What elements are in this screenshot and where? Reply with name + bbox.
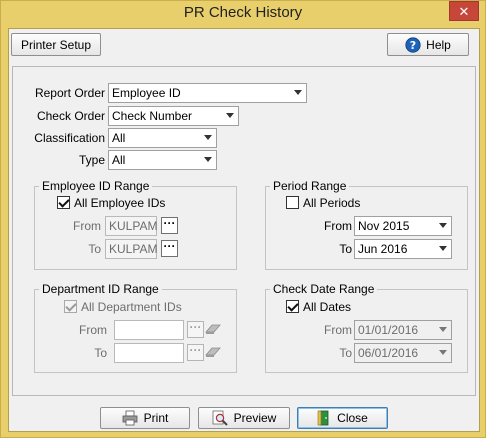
dialog-client-area: Printer Setup ? Help Report Order Employ… — [8, 28, 480, 432]
department-from-lookup-button[interactable]: ··· — [187, 321, 204, 338]
employee-to-input[interactable]: KULPAM — [105, 239, 157, 259]
check-order-label: Check Order — [36, 109, 105, 123]
employee-to-label: To — [88, 242, 101, 256]
all-dates-label: All Dates — [303, 300, 352, 314]
period-to-label: To — [339, 242, 352, 256]
department-to-input[interactable] — [114, 343, 184, 363]
print-button[interactable]: Print — [100, 407, 190, 429]
pr-check-history-window: PR Check History ✕ Printer Setup ? Help … — [0, 0, 486, 438]
period-from-label: From — [324, 219, 352, 233]
chevron-down-icon — [226, 113, 234, 118]
type-label: Type — [78, 153, 105, 167]
date-to-value: 06/01/2016 — [358, 346, 419, 360]
classification-label: Classification — [34, 131, 105, 145]
help-label: Help — [426, 37, 451, 52]
magnifier-icon — [212, 410, 228, 426]
all-periods-label: All Periods — [303, 196, 361, 210]
preview-button[interactable]: Preview — [198, 407, 290, 429]
department-id-range-title: Department ID Range — [39, 282, 162, 296]
chevron-down-icon — [439, 246, 447, 251]
close-button[interactable]: Close — [297, 407, 388, 429]
period-to-select[interactable]: Jun 2016 — [354, 239, 452, 259]
period-range-title: Period Range — [270, 179, 350, 193]
all-department-ids-checkbox[interactable] — [64, 300, 77, 313]
all-employee-ids-checkbox[interactable] — [57, 196, 70, 209]
period-to-value: Jun 2016 — [358, 242, 408, 256]
chevron-down-icon — [204, 157, 212, 162]
department-to-lookup-button[interactable]: ··· — [187, 344, 204, 361]
chevron-down-icon — [439, 223, 447, 228]
all-employee-ids-label: All Employee IDs — [74, 196, 166, 210]
department-from-label: From — [79, 323, 107, 337]
chevron-down-icon — [439, 327, 447, 332]
type-select[interactable]: All — [108, 150, 217, 170]
help-button[interactable]: ? Help — [387, 33, 469, 56]
classification-value: All — [112, 131, 126, 145]
all-dates-checkbox[interactable] — [286, 300, 299, 313]
employee-from-label: From — [73, 219, 101, 233]
printer-setup-label: Printer Setup — [20, 37, 92, 52]
period-range-group: Period Range All Periods From Nov 2015 T… — [265, 179, 468, 270]
chevron-down-icon — [439, 350, 447, 355]
date-from-label: From — [324, 323, 352, 337]
date-from-picker[interactable]: 01/01/2016 — [354, 320, 452, 340]
title-bar[interactable]: PR Check History ✕ — [1, 1, 485, 27]
chevron-down-icon — [294, 90, 302, 95]
printer-icon — [122, 410, 138, 426]
window-close-button[interactable]: ✕ — [449, 1, 479, 21]
all-department-ids-label: All Department IDs — [81, 300, 182, 314]
report-order-select[interactable]: Employee ID — [108, 83, 307, 103]
check-date-range-group: Check Date Range All Dates From 01/01/20… — [265, 282, 468, 373]
eraser-icon[interactable] — [205, 323, 221, 335]
options-panel: Report Order Employee ID Check Order Che… — [12, 66, 476, 396]
print-label: Print — [143, 411, 169, 425]
report-order-label: Report Order — [34, 86, 105, 100]
employee-id-range-title: Employee ID Range — [39, 179, 153, 193]
all-periods-checkbox[interactable] — [286, 196, 299, 209]
help-icon: ? — [405, 36, 421, 53]
department-id-range-group: Department ID Range All Department IDs F… — [34, 282, 237, 373]
door-exit-icon — [317, 410, 329, 426]
employee-to-lookup-button[interactable]: ··· — [161, 240, 178, 257]
classification-select[interactable]: All — [108, 128, 217, 148]
period-from-value: Nov 2015 — [358, 219, 410, 233]
printer-setup-button[interactable]: Printer Setup — [11, 33, 101, 56]
type-value: All — [112, 153, 126, 167]
check-date-range-title: Check Date Range — [270, 282, 378, 296]
employee-from-lookup-button[interactable]: ··· — [161, 217, 178, 234]
svg-text:?: ? — [410, 39, 416, 52]
report-order-value: Employee ID — [112, 86, 181, 100]
preview-label: Preview — [233, 411, 277, 425]
department-from-input[interactable] — [114, 320, 184, 340]
eraser-icon[interactable] — [205, 346, 221, 358]
dialog-button-bar: Print Preview Close — [9, 399, 479, 432]
window-title: PR Check History — [183, 4, 303, 21]
check-order-select[interactable]: Check Number — [108, 106, 239, 126]
close-label: Close — [337, 411, 368, 425]
department-to-label: To — [94, 346, 107, 360]
employee-from-input[interactable]: KULPAM — [105, 216, 157, 236]
date-from-value: 01/01/2016 — [358, 323, 419, 337]
date-to-picker[interactable]: 06/01/2016 — [354, 343, 452, 363]
date-to-label: To — [339, 346, 352, 360]
period-from-select[interactable]: Nov 2015 — [354, 216, 452, 236]
chevron-down-icon — [204, 135, 212, 140]
check-order-value: Check Number — [112, 109, 193, 123]
employee-id-range-group: Employee ID Range All Employee IDs From … — [34, 179, 237, 270]
